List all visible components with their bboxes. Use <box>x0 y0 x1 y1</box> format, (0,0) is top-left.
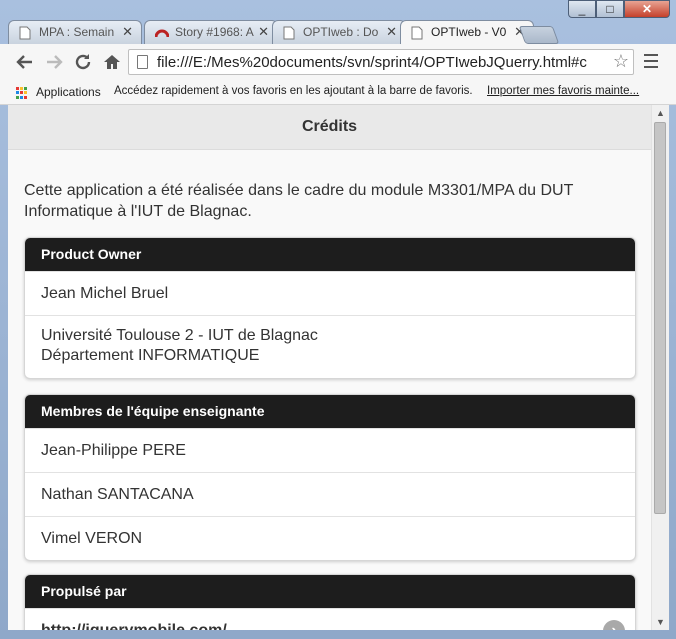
redmine-icon <box>154 26 170 40</box>
back-arrow-icon[interactable] <box>15 52 35 72</box>
minimize-button[interactable]: _ <box>568 0 596 18</box>
tab-title: MPA : Semain <box>39 25 115 39</box>
product-owner-heading: Product Owner <box>25 238 635 271</box>
scroll-up-arrow-icon[interactable]: ▲ <box>652 105 669 121</box>
team-card: Membres de l'équipe enseignante Jean-Phi… <box>24 394 636 561</box>
bookmarks-hint: Accédez rapidement à vos favoris en les … <box>114 85 473 97</box>
reload-icon[interactable] <box>73 52 93 72</box>
forward-arrow-icon[interactable] <box>44 52 64 72</box>
list-item: Nathan SANTACANA <box>25 472 635 516</box>
tab-title: OPTIweb - V0 <box>431 25 507 39</box>
browser-toolbar: file:///E:/Mes%20documents/svn/sprint4/O… <box>0 44 676 81</box>
page-header: Crédits <box>8 105 651 150</box>
link-text[interactable]: http://jquerymobile.com/ <box>41 622 227 630</box>
close-tab-icon[interactable]: ✕ <box>258 24 269 40</box>
vertical-scrollbar[interactable]: ▲ ▼ <box>651 105 669 630</box>
tab-mpa[interactable]: MPA : Semain ✕ <box>8 20 142 44</box>
scrollbar-thumb[interactable] <box>654 122 666 514</box>
maximize-button[interactable]: □ <box>596 0 624 18</box>
page-icon <box>19 26 31 40</box>
powered-by-card: Propulsé par http://jquerymobile.com/ › <box>24 574 636 630</box>
tab-optiweb-active[interactable]: OPTIweb - V0 ✕ <box>400 20 534 45</box>
menu-icon[interactable] <box>644 54 658 72</box>
new-tab-button[interactable] <box>518 26 560 44</box>
product-owner-card: Product Owner Jean Michel Bruel Universi… <box>24 237 636 379</box>
jquerymobile-link[interactable]: http://jquerymobile.com/ › <box>25 608 635 630</box>
import-bookmarks-link[interactable]: Importer mes favoris mainte... <box>487 85 639 97</box>
team-heading: Membres de l'équipe enseignante <box>25 395 635 428</box>
tab-title: Story #1968: A <box>175 25 254 39</box>
scroll-down-arrow-icon[interactable]: ▼ <box>652 614 669 630</box>
list-item: Vimel VERON <box>25 516 635 560</box>
close-window-button[interactable]: ✕ <box>624 0 670 18</box>
powered-by-heading: Propulsé par <box>25 575 635 608</box>
apps-icon[interactable] <box>16 87 28 99</box>
tab-optiweb-doc[interactable]: OPTIweb : Do ✕ <box>272 20 406 44</box>
page-title: Crédits <box>301 118 358 135</box>
home-icon[interactable] <box>102 52 122 72</box>
close-tab-icon[interactable]: ✕ <box>122 24 133 40</box>
bookmark-star-icon[interactable]: ☆ <box>613 51 629 72</box>
page-icon <box>411 26 423 40</box>
page-icon <box>283 26 295 40</box>
tab-title: OPTIweb : Do <box>303 25 379 39</box>
bookmarks-bar: Applications Accédez rapidement à vos fa… <box>0 80 676 105</box>
url-text[interactable]: file:///E:/Mes%20documents/svn/sprint4/O… <box>157 54 609 71</box>
tab-story[interactable]: Story #1968: A ✕ <box>144 20 278 44</box>
browser-window: _ □ ✕ MPA : Semain ✕ Story #1968: A ✕ OP… <box>0 0 676 639</box>
address-bar[interactable]: file:///E:/Mes%20documents/svn/sprint4/O… <box>128 49 634 75</box>
tab-strip: MPA : Semain ✕ Story #1968: A ✕ OPTIweb … <box>8 20 668 45</box>
list-item: Jean-Philippe PERE <box>25 428 635 472</box>
chevron-right-icon: › <box>603 620 625 630</box>
intro-text: Cette application a été réalisée dans le… <box>24 182 574 220</box>
affiliation-line: Université Toulouse 2 - IUT de Blagnac <box>41 327 318 344</box>
page-icon <box>137 55 148 69</box>
list-item: Université Toulouse 2 - IUT de Blagnac D… <box>25 315 635 378</box>
page-viewport: Crédits Cette application a été réalisée… <box>8 105 651 630</box>
apps-link[interactable]: Applications <box>36 85 101 99</box>
list-item: Jean Michel Bruel <box>25 271 635 315</box>
affiliation-line: Département INFORMATIQUE <box>41 347 260 364</box>
close-tab-icon[interactable]: ✕ <box>386 24 397 40</box>
